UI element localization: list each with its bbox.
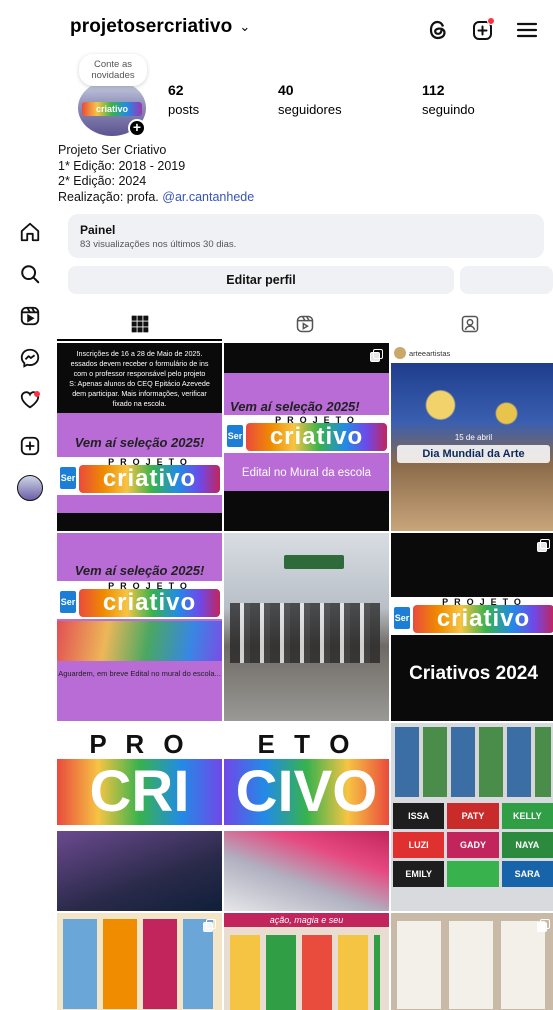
tagged-person-icon xyxy=(461,315,478,332)
chevron-down-icon: ⌄ xyxy=(239,19,251,34)
post-title: Dia Mundial da Arte xyxy=(397,445,550,463)
profile-bio: Projeto Ser Criativo 1* Edição: 2018 - 2… xyxy=(58,143,254,205)
mention-link[interactable]: @ar.cantanhede xyxy=(162,190,254,204)
post-caption: Edital no Mural da escola xyxy=(241,467,372,479)
pencil-closeup-image xyxy=(57,831,222,911)
post-caption: Criativos 2024 xyxy=(409,663,538,684)
heart-icon[interactable] xyxy=(14,384,46,416)
tab-grid[interactable] xyxy=(57,306,222,341)
post-headline: Vem aí seleção 2025! xyxy=(230,399,360,414)
post-headline: P R O xyxy=(89,729,190,759)
portrait-drawings xyxy=(397,921,547,1009)
post-caption: Aguardem, em breve Edital no mural do es… xyxy=(58,669,221,678)
account-avatar xyxy=(394,347,406,359)
bio-line-text: Realização: profa. xyxy=(58,189,159,204)
grid-post[interactable]: Vem aí seleção 2025! PROJETO Ser criativ… xyxy=(224,343,389,531)
grid-post[interactable]: E T O CIVO xyxy=(224,723,389,911)
post-headline: Vem aí seleção 2025! xyxy=(74,435,205,450)
pencils-image xyxy=(57,621,222,661)
messenger-icon[interactable] xyxy=(14,342,46,374)
pencil-closeup-image xyxy=(224,831,389,911)
post-date: 15 de abril xyxy=(454,433,493,442)
following-count-value: 112 xyxy=(422,82,445,98)
grid-post[interactable] xyxy=(57,913,222,1010)
dashboard-title: Painel xyxy=(80,223,116,237)
account-switcher[interactable]: projetosercriativo ⌄ xyxy=(70,16,250,38)
search-icon[interactable] xyxy=(14,258,46,290)
create-icon[interactable] xyxy=(14,430,46,462)
grid-post[interactable]: ISSA PATY KELLY LUZI GADY NAYA EMILY SAR… xyxy=(391,723,553,911)
profile-header: projetosercriativo ⌄ xyxy=(62,0,553,62)
profile-avatar-icon[interactable] xyxy=(14,472,46,504)
name-tiles: ISSA PATY KELLY LUZI GADY NAYA EMILY SAR… xyxy=(393,803,553,887)
post-account-name: arteeartistas xyxy=(409,349,451,358)
banner-image xyxy=(284,555,344,569)
projeto-logo: PROJETO Ser criativo xyxy=(391,597,553,635)
multi-photo-icon xyxy=(537,919,550,932)
artwork-wall xyxy=(395,727,551,797)
bio-line: Projeto Ser Criativo xyxy=(58,143,167,157)
tab-tagged[interactable] xyxy=(387,306,552,341)
projeto-logo: PROJETO Ser criativo xyxy=(57,581,222,619)
post-banner-text: ação, magia e seu xyxy=(224,913,389,927)
post-logo-word: CRI xyxy=(57,759,222,825)
multi-photo-icon xyxy=(537,539,550,552)
menu-icon[interactable] xyxy=(513,16,541,44)
home-icon[interactable] xyxy=(14,216,46,248)
grid-post[interactable]: ação, magia e seu xyxy=(224,913,389,1010)
dashboard-subtitle: 83 visualizações nos últimos 30 dias. xyxy=(80,239,237,250)
grid-post[interactable] xyxy=(224,533,389,721)
grid-post[interactable]: P R O CRI xyxy=(57,723,222,911)
post-headline: Vem aí seleção 2025! xyxy=(74,563,205,578)
professional-dashboard[interactable]: Painel 83 visualizações nos últimos 30 d… xyxy=(68,214,544,258)
bio-line: 2* Edição: 2024 xyxy=(58,174,147,188)
reels-icon xyxy=(296,315,313,332)
grid-post[interactable]: PROJETO Ser criativo Criativos 2024 xyxy=(391,533,553,721)
bio-line: 1* Edição: 2018 - 2019 xyxy=(58,158,186,173)
grid-post[interactable]: Inscrições de 16 a 28 de Maio de 2025. e… xyxy=(57,343,222,531)
following-count[interactable]: 112 seguindo xyxy=(422,82,475,117)
art-exhibit-image xyxy=(230,935,380,1010)
multi-photo-icon xyxy=(370,349,383,362)
post-logo-word: CIVO xyxy=(224,759,389,825)
bio-line: Realização: profa. @ar.cantanhede xyxy=(58,190,254,206)
profile-tabs xyxy=(57,306,553,341)
new-post-icon[interactable] xyxy=(469,16,497,44)
post-headline: E T O xyxy=(257,729,356,759)
username: projetosercriativo xyxy=(70,16,233,37)
grid-post[interactable] xyxy=(391,913,553,1010)
projeto-logo: PROJETO Ser criativo xyxy=(224,415,389,453)
edit-profile-button[interactable]: Editar perfil xyxy=(68,266,454,294)
note-bubble[interactable]: Conte as novidades xyxy=(79,54,147,86)
add-story-plus-icon[interactable]: + xyxy=(128,119,146,137)
grid-post[interactable]: Vem aí seleção 2025! PROJETO Ser criativ… xyxy=(57,533,222,721)
flower-drawings xyxy=(63,919,213,1009)
posts-count-value: 62 xyxy=(168,82,184,98)
new-post-notification-dot xyxy=(487,17,495,25)
posts-count[interactable]: 62 posts xyxy=(168,82,199,117)
followers-count-label: seguidores xyxy=(278,102,342,117)
grid-icon xyxy=(131,315,148,332)
post-purple-panel: Vem aí seleção 2025! PROJETO Ser criativ… xyxy=(224,373,389,491)
notification-dot xyxy=(34,391,40,397)
following-count-label: seguindo xyxy=(422,102,475,117)
post-purple-panel: Vem aí seleção 2025! PROJETO Ser criativ… xyxy=(57,413,222,513)
reels-icon[interactable] xyxy=(14,300,46,332)
posts-count-label: posts xyxy=(168,102,200,117)
left-nav-rail xyxy=(0,0,62,1010)
post-text-block: Inscrições de 16 a 28 de Maio de 2025. e… xyxy=(69,349,210,408)
tab-reels[interactable] xyxy=(222,306,387,341)
threads-icon[interactable] xyxy=(424,16,452,44)
group-photo xyxy=(230,603,380,663)
followers-count-value: 40 xyxy=(278,82,294,98)
share-profile-button[interactable] xyxy=(460,266,553,294)
avatar-logo: criativo xyxy=(82,102,142,116)
multi-photo-icon xyxy=(203,919,216,932)
projeto-logo: PROJETO Ser criativo xyxy=(57,457,222,495)
followers-count[interactable]: 40 seguidores xyxy=(278,82,342,117)
grid-post[interactable]: arteeartistas 15 de abril Dia Mundial da… xyxy=(391,343,553,531)
